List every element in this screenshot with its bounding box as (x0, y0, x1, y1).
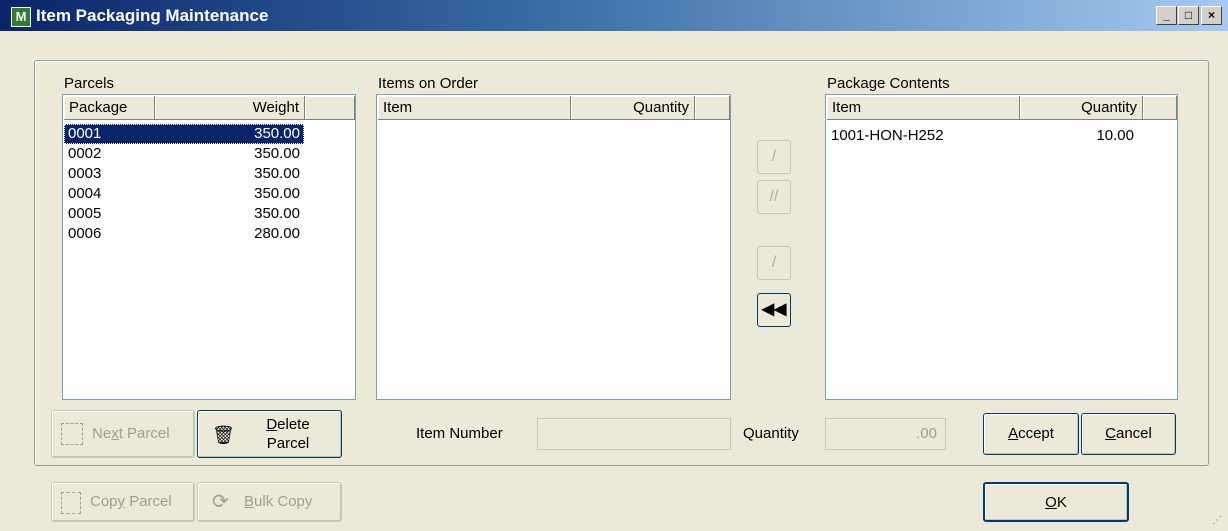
column-header-filler (1143, 96, 1177, 120)
cancel-accesskey: C (1105, 425, 1116, 442)
parcels-label: Parcels (64, 75, 115, 92)
cancel-label: ancel (1115, 425, 1152, 442)
app-icon: M (11, 7, 31, 27)
table-row[interactable]: 0005 350.00 (64, 204, 304, 224)
column-header-package[interactable]: Package (64, 96, 155, 120)
copy-parcel-button[interactable]: Copy Parcel (51, 482, 195, 522)
package-cell: 0004 (68, 185, 102, 202)
move-all-left-button[interactable]: ◀◀ (757, 293, 791, 327)
refresh-icon: ⟳ (212, 491, 229, 513)
accept-accesskey: A (1008, 425, 1019, 442)
minimize-button[interactable]: _ (1156, 6, 1177, 25)
delete-parcel-button[interactable]: 🗑 Delete Parcel (197, 410, 342, 458)
accept-label: ccept (1018, 425, 1054, 442)
weight-cell: 350.00 (254, 205, 300, 222)
column-header-item[interactable]: Item (827, 96, 1020, 120)
ok-label: K (1056, 494, 1067, 511)
package-cell: 0002 (68, 145, 102, 162)
package-cell: 0003 (68, 165, 102, 182)
item-number-field[interactable] (537, 418, 731, 450)
quantity-field[interactable]: .00 (825, 418, 946, 450)
title-bar: M Item Packaging Maintenance _ □ × (0, 0, 1228, 31)
weight-cell: 350.00 (254, 185, 300, 202)
quantity-label: Quantity (743, 425, 799, 442)
table-row[interactable]: 0003 350.00 (64, 164, 304, 184)
next-parcel-accesskey: x (111, 425, 119, 442)
next-parcel-label: Ne (92, 425, 112, 442)
resize-grip-icon[interactable]: ⋰ (1212, 515, 1224, 527)
list-item[interactable]: 1001-HON-H252 10.00 (827, 126, 1176, 146)
package-contents-label: Package Contents (827, 75, 950, 92)
delete-label: elete (277, 416, 310, 433)
move-one-left-button[interactable]: / (757, 246, 791, 280)
items-on-order-label: Items on Order (378, 75, 479, 92)
item-cell: 1001-HON-H252 (831, 127, 944, 144)
items-on-order-list[interactable]: Item Quantity (376, 94, 731, 400)
package-cell: 0006 (68, 225, 102, 242)
maximize-button[interactable]: □ (1178, 6, 1199, 25)
delete-accesskey: D (266, 416, 278, 433)
column-header-weight[interactable]: Weight (155, 96, 305, 120)
bulk-copy-accesskey: B (244, 493, 255, 510)
copy-parcel-label-rest: Parcel (125, 493, 172, 510)
next-parcel-icon (61, 423, 83, 445)
item-number-label: Item Number (416, 425, 503, 442)
bulk-copy-button[interactable]: ⟳ Bulk Copy (197, 482, 342, 522)
copy-parcel-label: Cop (90, 493, 118, 510)
trash-icon: 🗑 (212, 425, 235, 445)
package-contents-list[interactable]: Item Quantity 1001-HON-H252 10.00 (825, 94, 1178, 400)
cancel-button[interactable]: Cancel (1081, 413, 1176, 455)
column-header-filler (695, 96, 730, 120)
ok-accesskey: O (1045, 494, 1057, 511)
close-button[interactable]: × (1201, 6, 1222, 25)
column-header-quantity[interactable]: Quantity (1020, 96, 1143, 120)
quantity-cell: 10.00 (1096, 127, 1134, 144)
table-row[interactable]: 0006 280.00 (64, 224, 304, 244)
accept-button[interactable]: Accept (983, 413, 1079, 455)
package-cell: 0001 (68, 125, 102, 142)
column-header-filler (305, 96, 355, 120)
copy-parcel-icon (61, 492, 81, 514)
table-row[interactable]: 0004 350.00 (64, 184, 304, 204)
table-row[interactable]: 0001 350.00 (64, 124, 304, 144)
table-row[interactable]: 0002 350.00 (64, 144, 304, 164)
bulk-copy-label: ulk Copy (254, 493, 313, 510)
copy-parcel-accesskey: y (117, 493, 126, 510)
weight-cell: 280.00 (254, 225, 300, 242)
ok-button[interactable]: OK (983, 482, 1129, 522)
next-parcel-button[interactable]: Next Parcel (51, 410, 195, 458)
window-title: Item Packaging Maintenance (36, 6, 269, 25)
column-header-item[interactable]: Item (378, 96, 571, 120)
next-parcel-label-rest: t Parcel (118, 425, 170, 442)
weight-cell: 350.00 (254, 145, 300, 162)
weight-cell: 350.00 (254, 125, 300, 142)
package-cell: 0005 (68, 205, 102, 222)
weight-cell: 350.00 (254, 165, 300, 182)
parcels-list[interactable]: Package Weight 0001 350.00 0002 350.00 0003 3… (62, 94, 356, 400)
move-all-right-button[interactable]: // (757, 180, 791, 214)
column-header-quantity[interactable]: Quantity (571, 96, 695, 120)
move-one-right-button[interactable]: / (757, 140, 791, 174)
delete-label-line2: Parcel (266, 435, 310, 452)
